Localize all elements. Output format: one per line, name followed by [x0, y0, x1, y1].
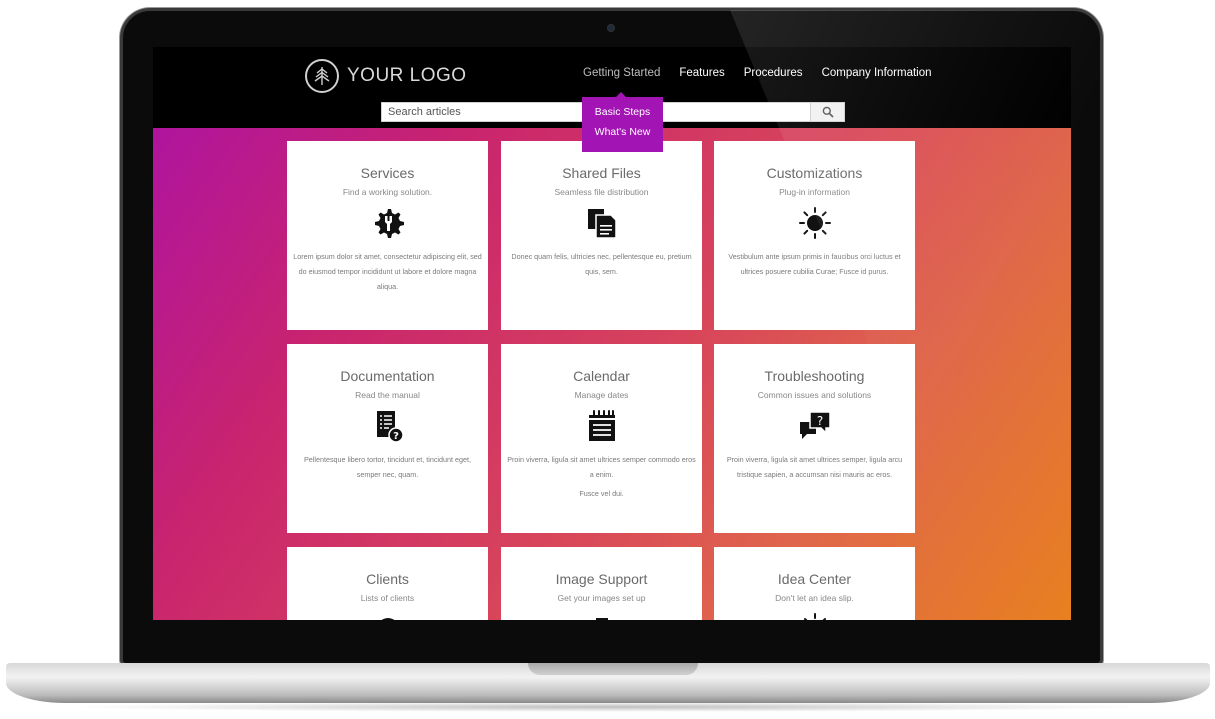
- getting-started-dropdown: Basic Steps What's New: [582, 92, 663, 152]
- nav-procedures[interactable]: Procedures: [744, 67, 803, 79]
- document-help-icon: ?: [287, 406, 488, 446]
- nav-features[interactable]: Features: [679, 67, 724, 79]
- svg-text:?: ?: [393, 431, 399, 442]
- files-icon: [501, 203, 702, 243]
- card-title: Calendar: [573, 368, 630, 384]
- card-troubleshooting[interactable]: Troubleshooting Common issues and soluti…: [714, 344, 915, 533]
- dropdown-item-whats-new[interactable]: What's New: [582, 126, 663, 138]
- laptop-mockup: YOUR LOGO Getting Started Features Proce…: [0, 0, 1215, 719]
- laptop-shadow: [60, 702, 1155, 712]
- card-calendar[interactable]: Calendar Manage dates Proin viverra, lig…: [501, 344, 702, 533]
- calendar-icon: [501, 406, 702, 446]
- card-title: Idea Center: [777, 571, 852, 587]
- card-subtitle: Seamless file distribution: [554, 187, 649, 197]
- card-documentation[interactable]: Documentation Read the manual ? Pellente…: [287, 344, 488, 533]
- tree-logo-icon: [305, 59, 339, 93]
- card-subtitle: Plug-in information: [779, 187, 850, 197]
- card-title: Services: [360, 165, 415, 181]
- logo-text: YOUR LOGO: [347, 65, 467, 86]
- svg-text:?: ?: [816, 414, 822, 428]
- gear-wrench-icon: [287, 203, 488, 243]
- card-title: Troubleshooting: [764, 368, 865, 384]
- search-button[interactable]: [810, 103, 844, 121]
- lightbulb-icon: [714, 609, 915, 620]
- nav-company-information[interactable]: Company Information: [822, 67, 932, 79]
- card-description-extra: Fusce vel dui.: [579, 489, 624, 498]
- card-description: Donec quam felis, ultricies nec, pellent…: [511, 252, 692, 276]
- laptop-notch: [528, 663, 698, 675]
- dropdown-item-basic-steps[interactable]: Basic Steps: [582, 106, 663, 118]
- card-description: Proin viverra, ligula sit amet ultrices …: [507, 455, 696, 479]
- main-nav: Getting Started Features Procedures Comp…: [583, 67, 951, 79]
- card-title: Documentation: [340, 368, 435, 384]
- sun-icon: [714, 203, 915, 243]
- card-idea-center[interactable]: Idea Center Don't let an idea slip.: [714, 547, 915, 620]
- card-description: Vestibulum ante ipsum primis in faucibus…: [728, 252, 901, 276]
- card-title: Customizations: [766, 165, 863, 181]
- card-title: Shared Files: [562, 165, 641, 181]
- card-subtitle: Get your images set up: [557, 593, 646, 603]
- chat-question-icon: ?: [714, 406, 915, 446]
- card-description: Proin viverra, ligula sit amet ultrices …: [726, 455, 903, 479]
- search-icon: [822, 106, 834, 118]
- card-subtitle: Read the manual: [355, 390, 420, 400]
- card-subtitle: Lists of clients: [360, 593, 415, 603]
- card-clients[interactable]: Clients Lists of clients: [287, 547, 488, 620]
- browser-screen: YOUR LOGO Getting Started Features Proce…: [153, 47, 1071, 620]
- card-subtitle: Find a working solution.: [342, 187, 433, 197]
- card-image-support[interactable]: Image Support Get your images set up: [501, 547, 702, 620]
- card-description: Lorem ipsum dolor sit amet, consectetur …: [293, 252, 482, 291]
- card-customizations[interactable]: Customizations Plug-in information Vesti…: [714, 141, 915, 330]
- card-description: Pellentesque libero tortor, tincidunt et…: [303, 455, 471, 479]
- check-circle-icon: [287, 609, 488, 620]
- card-shared-files[interactable]: Shared Files Seamless file distribution …: [501, 141, 702, 330]
- site-header: YOUR LOGO Getting Started Features Proce…: [153, 47, 1071, 152]
- card-subtitle: Don't let an idea slip.: [775, 593, 854, 603]
- card-services[interactable]: Services Find a working solution. Lorem …: [287, 141, 488, 330]
- content-area: Services Find a working solution. Lorem …: [153, 128, 1071, 620]
- camera-icon: [501, 609, 702, 620]
- card-subtitle: Manage dates: [574, 390, 629, 400]
- nav-getting-started[interactable]: Getting Started: [583, 67, 660, 79]
- camera-icon: [607, 24, 615, 32]
- card-title: Image Support: [555, 571, 648, 587]
- site-logo[interactable]: YOUR LOGO: [305, 59, 467, 93]
- card-subtitle: Common issues and solutions: [757, 390, 872, 400]
- card-title: Clients: [366, 571, 409, 587]
